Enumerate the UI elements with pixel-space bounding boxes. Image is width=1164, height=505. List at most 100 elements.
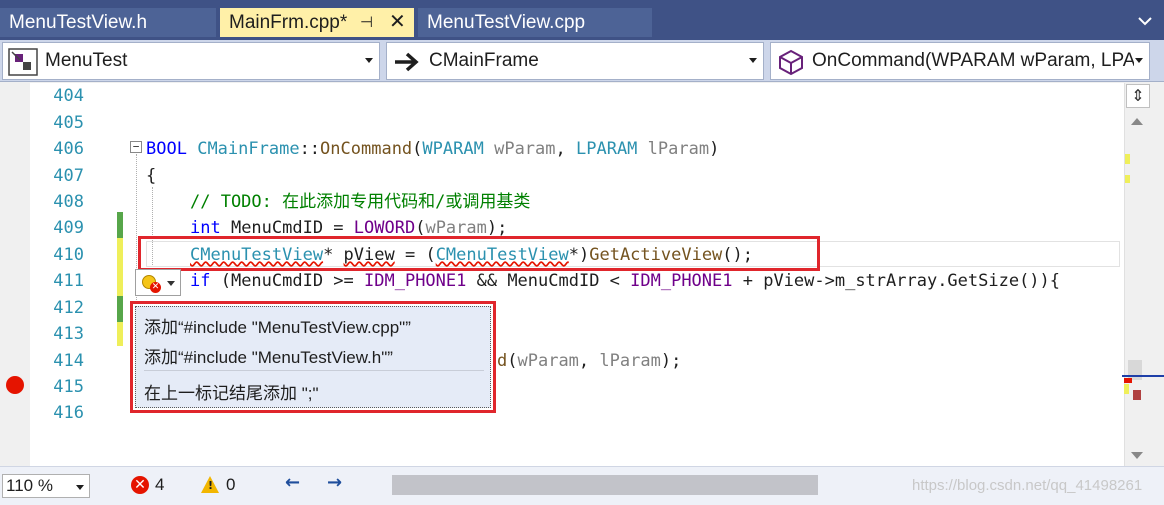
code-token: LPARAM: [576, 139, 638, 159]
code-token: (: [412, 139, 423, 159]
project-dropdown[interactable]: MenuTest: [2, 42, 380, 80]
code-line-411: if (MenuCmdID >= IDM_PHONE1 && MenuCmdID…: [190, 268, 1060, 294]
code-token: IDM_PHONE1: [630, 271, 733, 291]
quick-actions-menu: 添加“#include "MenuTestView.cpp"” 添加“#incl…: [130, 301, 496, 413]
code-token: wParam: [517, 351, 579, 371]
line-number: 405: [53, 113, 84, 133]
zoom-dropdown[interactable]: 110 %: [2, 474, 90, 498]
change-marker-saved: [117, 296, 123, 322]
code-token: lParam: [599, 351, 661, 371]
code-token: BOOL: [146, 139, 187, 159]
navigation-bar: MenuTest CMainFrame OnCommand(WPARAM wPa…: [0, 40, 1164, 82]
vertical-scrollbar[interactable]: [1124, 83, 1164, 466]
code-token: MenuCmdID =: [220, 218, 354, 238]
line-number: 415: [53, 377, 84, 397]
change-marker-saved: [117, 212, 123, 238]
line-number: 407: [53, 166, 84, 186]
class-arrow-icon: [395, 52, 419, 72]
navigate-forward-icon[interactable]: →: [327, 472, 342, 493]
error-count[interactable]: 4: [155, 474, 164, 496]
error-badge-icon: ✕: [150, 282, 161, 293]
quick-action-add-semicolon[interactable]: 在上一标记结尾添加 ";": [144, 379, 319, 404]
chevron-down-icon: [1138, 17, 1152, 26]
code-token: (: [507, 351, 518, 371]
code-token: LOWORD: [353, 218, 416, 238]
scroll-up-icon[interactable]: [1131, 118, 1143, 125]
collapse-outline-icon[interactable]: −: [130, 141, 142, 153]
method-cube-icon: [779, 49, 803, 76]
watermark-text: https://blog.csdn.net/qq_41498261: [912, 477, 1143, 494]
breakpoint-icon[interactable]: [6, 376, 24, 394]
breakpoint-margin[interactable]: [0, 83, 30, 466]
line-number: 404: [53, 86, 84, 106]
scroll-down-icon[interactable]: [1131, 452, 1143, 459]
code-token: (: [415, 218, 426, 238]
tab-label: MenuTestView.cpp: [427, 12, 586, 33]
code-token: ): [709, 139, 720, 159]
pin-icon[interactable]: ⊣: [360, 8, 373, 37]
line-number: 409: [53, 218, 84, 238]
change-marker-unsaved: [117, 322, 123, 346]
code-line-408: // TODO: 在此添加专用代码和/或调用基类: [190, 192, 531, 212]
code-token: int: [190, 218, 221, 238]
navigate-back-icon[interactable]: ←: [285, 472, 300, 493]
chevron-down-icon: [365, 58, 373, 63]
quick-action-include-cpp[interactable]: 添加“#include "MenuTestView.cpp"”: [144, 313, 411, 338]
quick-actions-list: 添加“#include "MenuTestView.cpp"” 添加“#incl…: [135, 306, 491, 408]
code-token: wParam: [494, 139, 556, 159]
error-icon[interactable]: ✕: [131, 476, 149, 494]
overview-error-marker: [1124, 378, 1132, 383]
tab-label: MenuTestView.h: [9, 12, 148, 33]
overview-change-marker: [1125, 175, 1130, 183]
member-dropdown[interactable]: OnCommand(WPARAM wParam, LPARAM lParam): [770, 42, 1150, 80]
change-marker-unsaved: [117, 238, 123, 296]
line-number: 416: [53, 403, 84, 423]
scroll-thumb[interactable]: [1128, 360, 1142, 380]
chevron-down-icon: [1135, 58, 1143, 63]
code-token: ,: [578, 351, 600, 371]
code-token: ::: [299, 139, 321, 159]
tab-menutestview-h[interactable]: MenuTestView.h: [0, 8, 216, 37]
quick-action-include-h[interactable]: 添加“#include "MenuTestView.h"”: [144, 343, 393, 368]
tab-overflow-dropdown[interactable]: [1138, 14, 1152, 30]
menu-separator: [144, 370, 484, 371]
class-name: CMainFrame: [429, 50, 539, 71]
member-name: OnCommand(WPARAM wParam, LPARAM lParam): [812, 50, 1134, 71]
code-line-414-visible: d(wParam, lParam);: [497, 348, 681, 374]
overview-change-marker: [1124, 384, 1129, 394]
code-token: lParam: [647, 139, 710, 159]
code-token: if: [190, 271, 211, 291]
line-number: 411: [53, 271, 84, 291]
split-editor-icon[interactable]: ⇕: [1126, 84, 1150, 108]
line-number: 406: [53, 139, 84, 159]
code-line-406: BOOL CMainFrame::OnCommand(WPARAM wParam…: [146, 136, 719, 162]
line-number: 414: [53, 351, 84, 371]
code-line-407: {: [146, 166, 157, 186]
line-number: 410: [53, 245, 84, 265]
code-token: (MenuCmdID >=: [210, 271, 365, 291]
tab-mainfrm-cpp[interactable]: MainFrm.cpp* ⊣ ✕: [220, 8, 414, 37]
code-token: ,: [555, 139, 576, 159]
line-number: 412: [53, 298, 84, 318]
code-editor[interactable]: 404 405 406 407 408 409 410 411 412 413 …: [0, 83, 1124, 466]
warning-mark: !: [208, 479, 214, 492]
quick-actions-button[interactable]: ✕: [135, 269, 181, 296]
class-dropdown[interactable]: CMainFrame: [386, 42, 764, 80]
project-icon: [8, 48, 38, 76]
chevron-down-icon: [76, 485, 84, 490]
code-token: );: [486, 218, 508, 238]
warning-count[interactable]: 0: [226, 474, 235, 496]
code-token: + pView->m_strArray.GetSize()){: [732, 271, 1061, 291]
line-number: 413: [53, 324, 84, 344]
code-token: OnCommand: [320, 139, 413, 159]
annotation-highlight-box: [138, 236, 820, 271]
tab-menutestview-cpp[interactable]: MenuTestView.cpp: [418, 8, 652, 37]
code-token: wParam: [425, 218, 487, 238]
editor-status-bar: 110 % ✕ 4 ! 0 ← → https://blog.csdn.net/…: [0, 466, 1164, 505]
close-tab-icon[interactable]: ✕: [389, 8, 406, 37]
horizontal-scrollbar[interactable]: [392, 475, 818, 495]
overview-caret-line: [1122, 375, 1164, 377]
project-name: MenuTest: [45, 50, 128, 71]
